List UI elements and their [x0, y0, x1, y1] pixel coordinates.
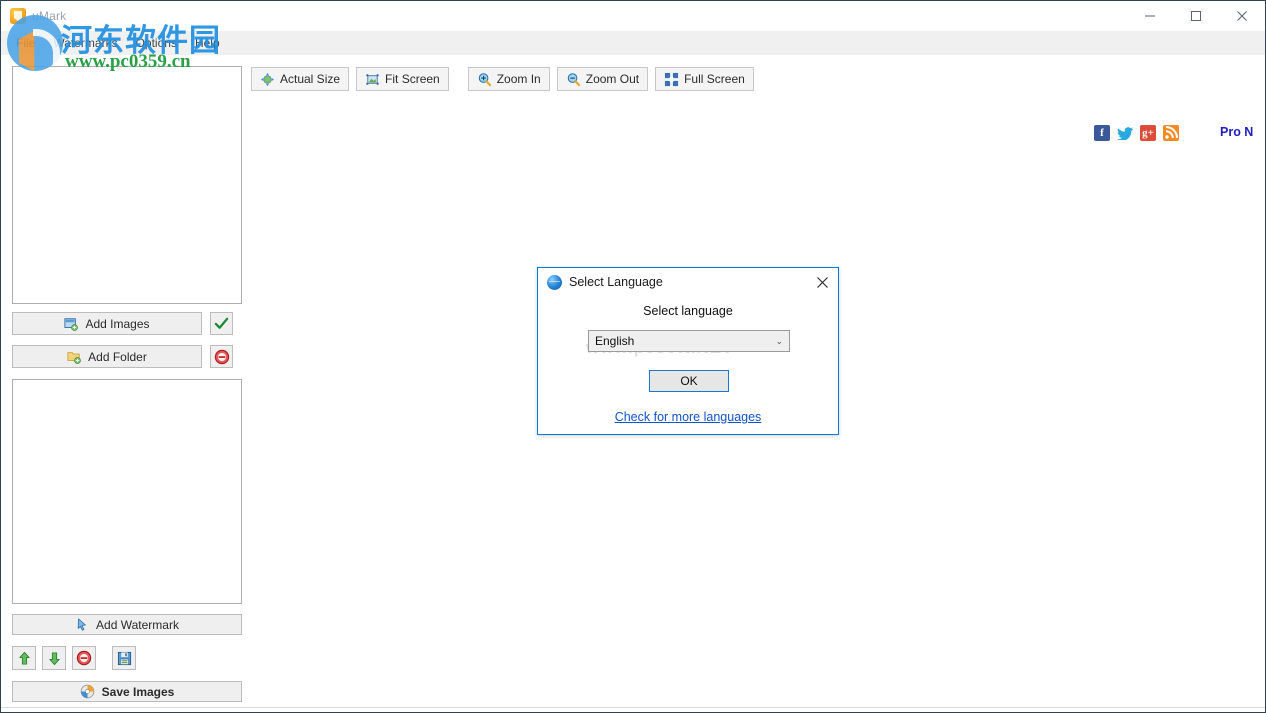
menu-item-watermarks[interactable]: Watermarks [44, 33, 126, 53]
application-window: uMark File Watermarks Options Help Actua… [0, 0, 1266, 713]
globe-icon [547, 274, 562, 290]
arrow-up-icon [18, 651, 30, 665]
enable-all-button[interactable] [210, 312, 233, 335]
bottom-divider [1, 707, 1265, 708]
window-title: uMark [32, 9, 67, 23]
window-controls [1127, 1, 1265, 31]
close-button[interactable] [1219, 1, 1265, 31]
images-list[interactable] [12, 66, 242, 304]
remove-circle-icon [214, 349, 229, 364]
full-screen-button[interactable]: Full Screen [655, 67, 754, 91]
zoom-button-group: Actual Size Fit Screen Zoom In Zoom Out … [251, 67, 754, 91]
umark-app-icon [10, 8, 26, 24]
menu-item-help[interactable]: Help [186, 33, 229, 53]
check-more-languages-link[interactable]: Check for more languages [538, 410, 838, 424]
add-folder-label: Add Folder [88, 349, 147, 364]
full-screen-label: Full Screen [684, 72, 745, 86]
facebook-icon[interactable]: f [1094, 125, 1110, 141]
add-images-button[interactable]: Add Images [12, 312, 202, 335]
check-icon [214, 317, 229, 329]
move-watermark-down-button[interactable] [42, 646, 66, 670]
watermarks-list[interactable] [12, 379, 242, 604]
actual-size-icon [260, 72, 275, 86]
language-select[interactable]: English ⌄ [588, 330, 790, 352]
add-images-icon [64, 317, 79, 331]
dialog-title-bar: Select Language [538, 268, 838, 296]
social-links: f g+ [1094, 125, 1179, 141]
zoom-in-icon [478, 72, 491, 86]
actual-size-label: Actual Size [280, 72, 341, 86]
fit-screen-button[interactable]: Fit Screen [356, 67, 449, 91]
select-language-dialog: Select Language Select language www.pcso… [537, 267, 839, 435]
rss-icon[interactable] [1163, 125, 1179, 141]
fit-screen-label: Fit Screen [385, 72, 440, 86]
google-plus-icon[interactable]: g+ [1140, 125, 1156, 141]
move-watermark-up-button[interactable] [12, 646, 36, 670]
zoom-in-button[interactable]: Zoom In [467, 67, 550, 91]
title-bar: uMark [1, 1, 1265, 31]
menu-bar: File Watermarks Options Help [1, 31, 1265, 55]
zoom-out-icon [567, 72, 580, 86]
dialog-close-button[interactable] [810, 271, 834, 293]
delete-watermark-button[interactable] [72, 646, 96, 670]
twitter-icon[interactable] [1117, 125, 1133, 141]
actual-size-button[interactable]: Actual Size [251, 67, 350, 91]
zoom-out-button[interactable]: Zoom Out [556, 67, 649, 91]
save-images-button[interactable]: Save Images [12, 681, 242, 702]
menu-item-file[interactable]: File [7, 33, 44, 53]
minimize-button[interactable] [1127, 1, 1173, 31]
chevron-down-icon: ⌄ [775, 335, 783, 346]
add-watermark-label: Add Watermark [96, 617, 179, 632]
floppy-disk-icon [117, 651, 131, 665]
menu-item-options[interactable]: Options [127, 33, 186, 53]
dialog-title: Select Language [569, 275, 663, 289]
arrow-down-icon [48, 651, 60, 665]
remove-all-button[interactable] [210, 345, 233, 368]
add-watermark-button[interactable]: Add Watermark [12, 614, 242, 635]
save-images-icon [80, 684, 94, 699]
watermark-cursor-icon [77, 617, 86, 631]
select-language-label: Select language [643, 304, 733, 318]
add-folder-button[interactable]: Add Folder [12, 345, 202, 368]
remove-circle-icon [76, 650, 92, 666]
save-watermark-preset-button[interactable] [112, 646, 136, 670]
add-folder-icon [67, 351, 81, 364]
zoom-in-label: Zoom In [496, 72, 541, 86]
fit-screen-icon [366, 73, 379, 85]
ok-button[interactable]: OK [649, 370, 729, 392]
maximize-button[interactable] [1173, 1, 1219, 31]
add-images-label: Add Images [85, 316, 150, 331]
zoom-out-label: Zoom Out [585, 72, 640, 86]
save-images-label: Save Images [101, 684, 175, 699]
language-select-value: English [595, 334, 635, 348]
pro-label[interactable]: Pro N [1220, 125, 1265, 139]
full-screen-icon [665, 72, 679, 86]
